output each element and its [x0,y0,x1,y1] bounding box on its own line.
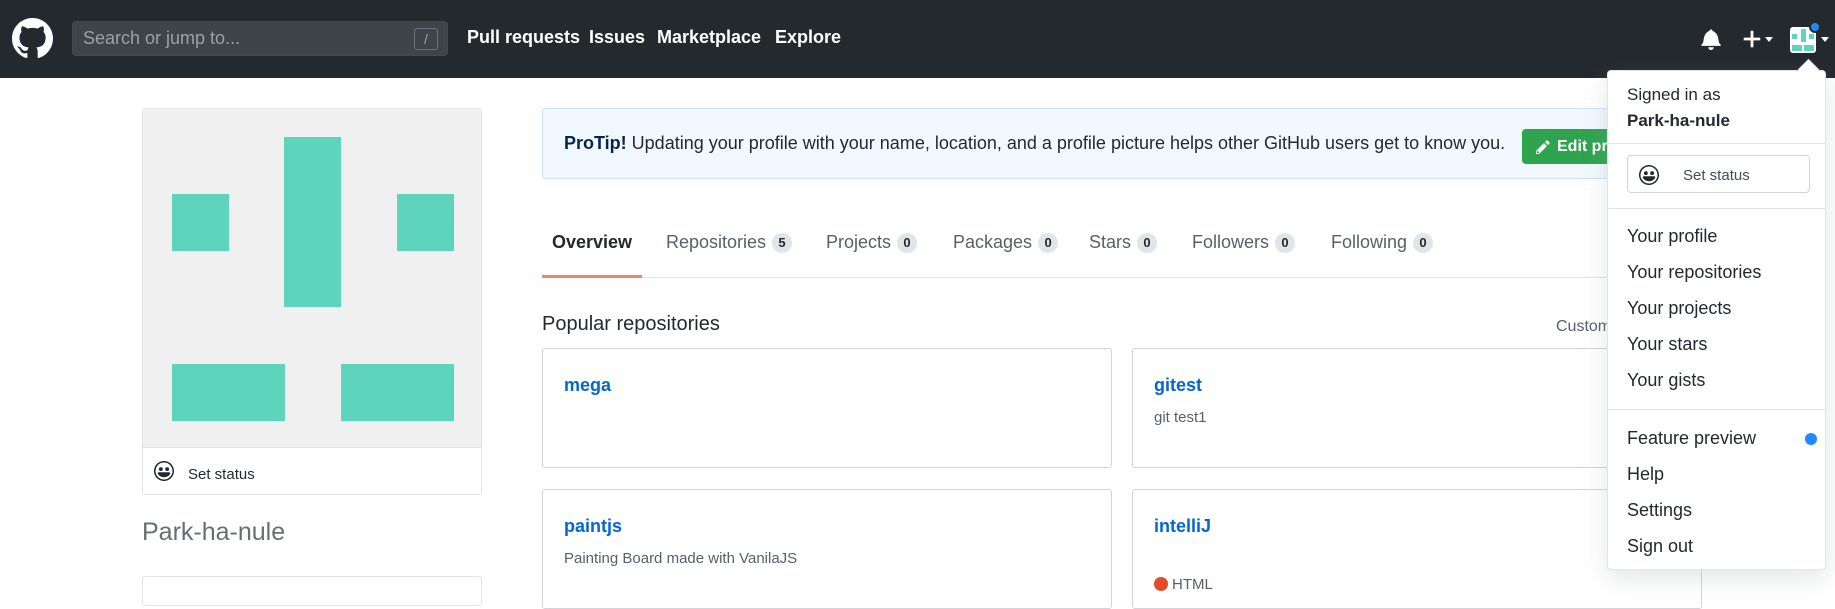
tab-counter: 0 [1137,233,1158,253]
menu-item-settings[interactable]: Settings [1627,500,1692,521]
tab-label: Projects [826,232,892,252]
dropdown-set-status-button[interactable]: Set status [1627,155,1810,193]
smiley-icon [154,461,174,481]
search-shortcut-key: / [414,28,438,50]
tab-label: Stars [1089,232,1132,252]
tab-counter: 0 [1275,233,1296,253]
repo-card: paintjs Painting Board made with VanilaJ… [542,489,1112,609]
tab-projects[interactable]: Projects 0 [826,232,918,277]
tab-label: Packages [953,232,1033,252]
menu-item-your-repositories[interactable]: Your repositories [1627,262,1761,283]
avatar-chevron-down-icon[interactable] [1821,37,1829,42]
signed-in-as: Signed in as Park-ha-nule [1627,82,1730,134]
repo-language: HTML [1154,576,1213,593]
plus-chevron-down-icon[interactable] [1765,37,1773,42]
tab-stars[interactable]: Stars 0 [1089,232,1158,277]
profile-tabs: Overview Repositories 5 Projects 0 Package… [541,222,1702,278]
menu-item-your-gists[interactable]: Your gists [1627,370,1705,391]
tab-counter: 0 [1038,233,1059,253]
menu-item-sign-out[interactable]: Sign out [1627,536,1693,557]
feature-preview-dot-icon [1805,433,1817,445]
profile-avatar[interactable] [142,108,482,448]
repo-name-link[interactable]: mega [564,375,611,396]
nav-pull-requests[interactable]: Pull requests [467,27,580,48]
repo-language-label: HTML [1172,576,1213,593]
profile-edit-box[interactable] [142,576,482,606]
nav-marketplace[interactable]: Marketplace [657,27,761,48]
profile-username: Park-ha-nule [142,518,286,546]
tab-counter: 5 [772,233,793,253]
tab-overview[interactable]: Overview [541,232,643,278]
dropdown-set-status-label: Set status [1683,167,1750,184]
repo-description: git test1 [1154,409,1207,426]
github-logo-icon[interactable] [12,18,53,59]
protip-text: ProTip! Updating your profile with your … [564,133,1505,154]
pencil-icon [1536,140,1550,154]
tab-counter: 0 [897,233,918,253]
signed-in-username: Park-ha-nule [1627,111,1730,130]
repo-name-link[interactable]: gitest [1154,375,1202,396]
tab-label: Overview [552,232,633,252]
language-color-dot-icon [1154,577,1168,591]
menu-item-feature-preview[interactable]: Feature preview [1627,428,1756,449]
tab-label: Repositories [666,232,767,252]
notification-dot-icon [1809,21,1821,33]
menu-item-help[interactable]: Help [1627,464,1664,485]
tab-packages[interactable]: Packages 0 [953,232,1059,277]
menu-item-your-stars[interactable]: Your stars [1627,334,1707,355]
tab-label: Following [1331,232,1408,252]
bell-icon[interactable] [1701,28,1721,50]
menu-item-your-profile[interactable]: Your profile [1627,226,1717,247]
tab-counter: 0 [1413,233,1434,253]
top-header: / Pull requests Issues Marketplace Explo… [0,0,1835,78]
plus-icon[interactable] [1742,28,1762,50]
smiley-icon [1639,165,1659,185]
repo-description: Painting Board made with VanilaJS [564,550,798,567]
repo-name-link[interactable]: paintjs [564,516,622,537]
tab-following[interactable]: Following 0 [1331,232,1434,277]
dropdown-divider [1608,409,1825,410]
dropdown-divider [1608,208,1825,209]
tab-label: Followers [1192,232,1270,252]
tab-followers[interactable]: Followers 0 [1192,232,1296,277]
protip-label: ProTip! [564,133,627,153]
nav-issues[interactable]: Issues [589,27,645,48]
set-status-button[interactable]: Set status [142,447,482,495]
search-box[interactable]: / [72,21,448,56]
user-dropdown-menu: Signed in as Park-ha-nule Set status You… [1607,70,1826,570]
protip-message: Updating your profile with your name, lo… [626,133,1506,153]
search-input[interactable] [83,22,383,55]
popular-repos-title: Popular repositories [542,313,720,335]
tab-repositories[interactable]: Repositories 5 [666,232,793,277]
nav-explore[interactable]: Explore [775,27,841,48]
set-status-label: Set status [188,466,255,483]
signed-in-label: Signed in as [1627,85,1721,104]
repo-card: mega [542,348,1112,468]
repo-name-link[interactable]: intelliJ [1154,516,1211,537]
dropdown-divider [1608,143,1825,144]
menu-item-your-projects[interactable]: Your projects [1627,298,1731,319]
